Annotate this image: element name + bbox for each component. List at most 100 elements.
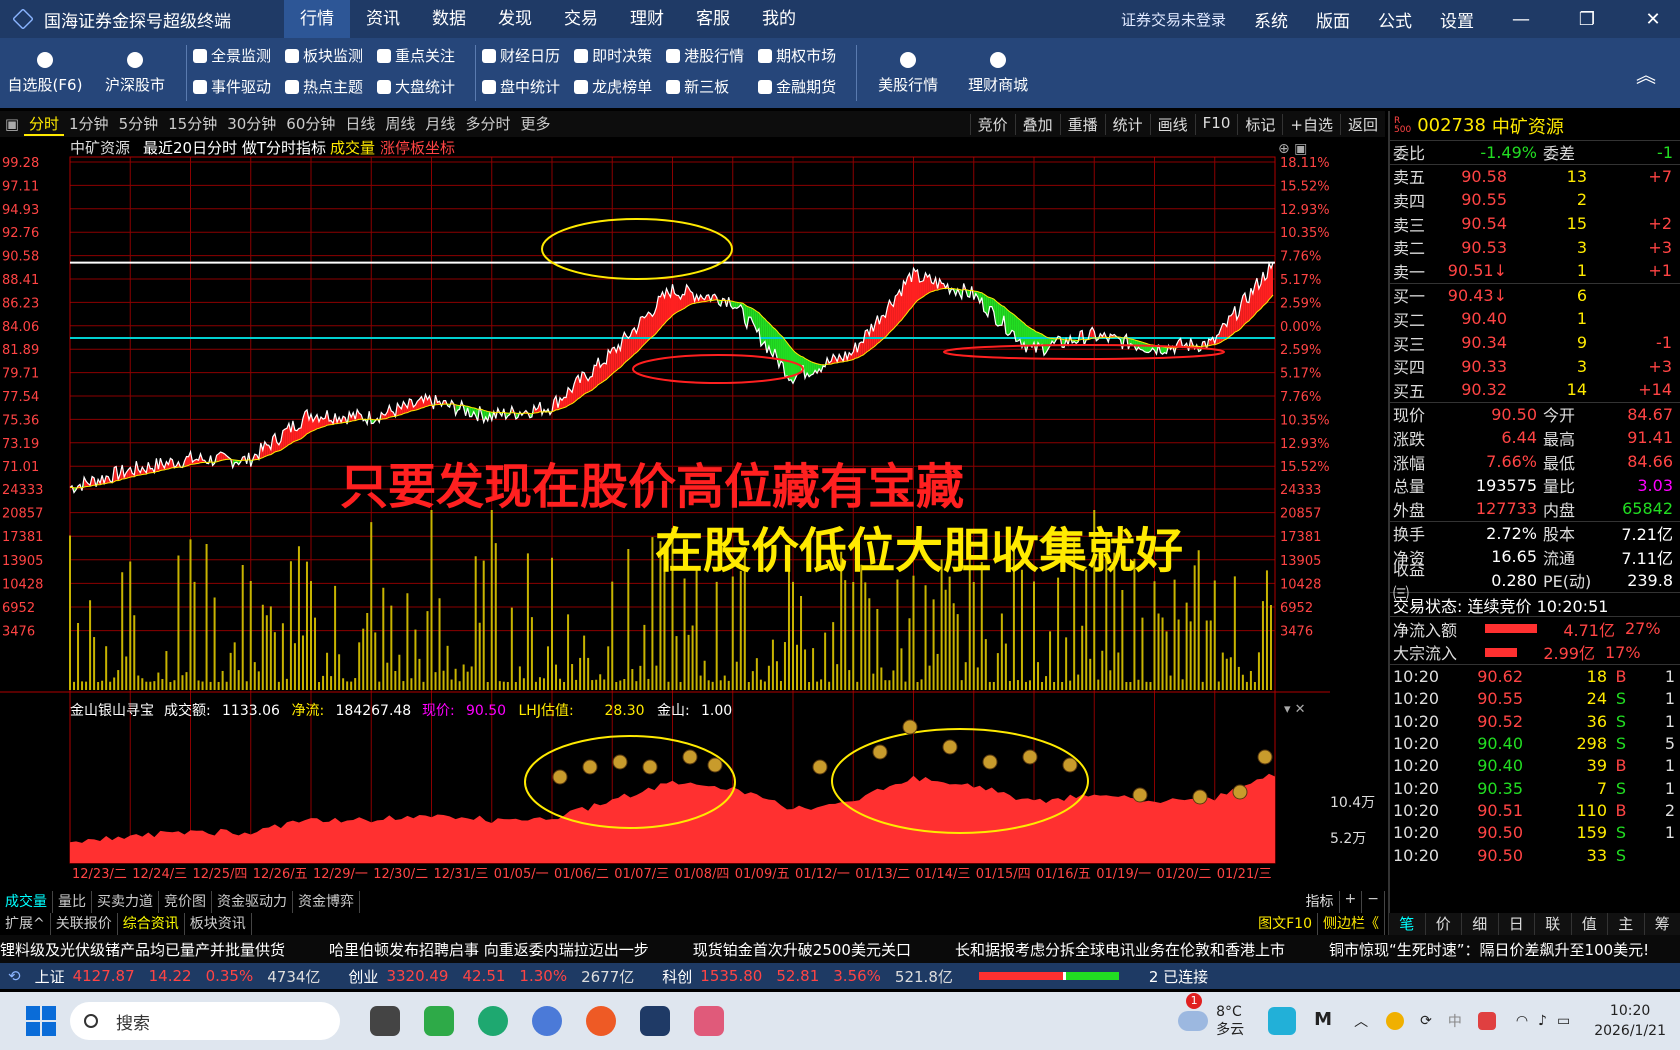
toolbar-item[interactable]: 新三板 bbox=[666, 76, 744, 97]
taskbar-search[interactable]: 搜索 bbox=[70, 1002, 340, 1040]
indicator-tab[interactable]: 成交量 bbox=[0, 891, 53, 913]
period-tab[interactable]: 多分时 bbox=[460, 113, 515, 136]
quote-tab[interactable]: 细 bbox=[1461, 913, 1498, 935]
period-tab[interactable]: 30分钟 bbox=[222, 113, 281, 136]
menu-3[interactable]: 发现 bbox=[482, 0, 548, 38]
clock[interactable]: 10:20 2026/1/21 bbox=[1594, 1001, 1666, 1041]
quote-tab[interactable]: 日 bbox=[1497, 913, 1535, 935]
menu-0[interactable]: 行情 bbox=[284, 0, 350, 38]
bids-row[interactable]: 买三 90.34 9 -1 bbox=[1390, 331, 1680, 355]
weather-widget[interactable]: 1 8°C 多云 bbox=[1178, 993, 1244, 1039]
taskview-icon[interactable] bbox=[370, 1006, 400, 1036]
period-tab[interactable]: 日线 bbox=[340, 113, 380, 136]
right-menu-3[interactable]: 设置 bbox=[1440, 7, 1474, 32]
toolbar-item[interactable]: 重点关注 bbox=[377, 45, 455, 66]
news-item[interactable]: 锂料级及光伏级锗产品均已量产并批量供货 bbox=[0, 939, 285, 960]
sync-icon[interactable]: ⟳ bbox=[1420, 1013, 1432, 1029]
bids-row[interactable]: 买一 90.43↓ 6 bbox=[1390, 284, 1680, 308]
login-status[interactable]: 证券交易未登录 bbox=[1121, 9, 1226, 30]
indicator-tab[interactable]: 竞价图 bbox=[159, 891, 212, 913]
battery-icon[interactable]: ▭ bbox=[1557, 1013, 1570, 1029]
quote-tab[interactable]: 联 bbox=[1534, 913, 1571, 935]
right-menu-1[interactable]: 版面 bbox=[1316, 7, 1350, 32]
toolbar-item[interactable]: 板块监测 bbox=[285, 45, 363, 66]
bids-row[interactable]: 买二 90.40 1 bbox=[1390, 307, 1680, 331]
quote-tab[interactable]: 笔 bbox=[1388, 913, 1425, 935]
toolbar-item[interactable]: 港股行情 bbox=[666, 45, 744, 66]
period-action[interactable]: 统计 bbox=[1104, 113, 1150, 135]
wealth-mall-button[interactable]: 理财商城 bbox=[953, 51, 1043, 95]
menu-6[interactable]: 客服 bbox=[680, 0, 746, 38]
index-name[interactable]: 创业 bbox=[348, 966, 378, 987]
chevron-up-icon[interactable]: ︿ bbox=[1354, 1011, 1368, 1031]
app3-icon[interactable] bbox=[586, 1006, 616, 1036]
asks-row[interactable]: 卖二 90.53 3 +3 bbox=[1390, 235, 1680, 259]
period-action[interactable]: 返回 bbox=[1339, 113, 1385, 135]
sub-menu-icon[interactable]: ▾ ✕ bbox=[1284, 702, 1306, 717]
news-item[interactable]: 长和据报考虑分拆全球电讯业务在伦敦和香港上市 bbox=[955, 939, 1285, 960]
period-tab[interactable]: 5分钟 bbox=[114, 113, 164, 136]
right-menu-0[interactable]: 系统 bbox=[1254, 7, 1288, 32]
quote-tab[interactable]: 价 bbox=[1424, 913, 1462, 935]
period-action[interactable]: 竞价 bbox=[969, 113, 1015, 135]
volume-icon[interactable]: ♪ bbox=[1538, 1013, 1547, 1029]
period-tab[interactable]: 月线 bbox=[420, 113, 460, 136]
menu-2[interactable]: 数据 bbox=[416, 0, 482, 38]
toolbar-item[interactable]: 期权市场 bbox=[758, 45, 836, 66]
asks-row[interactable]: 卖五 90.58 13 +7 bbox=[1390, 165, 1680, 189]
chart-zoom-icon[interactable]: ⊕ ▣ bbox=[1278, 141, 1307, 157]
indicator-tab[interactable]: 资金博弈 bbox=[293, 891, 360, 913]
add-icon[interactable]: + bbox=[1340, 891, 1363, 913]
minimize-icon[interactable]: — bbox=[1502, 9, 1540, 30]
indicator-tab[interactable]: 资金驱动力 bbox=[212, 891, 293, 913]
period-action[interactable]: 重播 bbox=[1059, 113, 1105, 135]
us-stock-button[interactable]: 美股行情 bbox=[863, 51, 953, 95]
index-name[interactable]: 上证 bbox=[35, 966, 65, 987]
k-app-icon[interactable] bbox=[1268, 1007, 1297, 1035]
period-action[interactable]: F10 bbox=[1194, 113, 1238, 135]
toolbar-item[interactable]: 热点主题 bbox=[285, 76, 363, 97]
quote-tab[interactable]: 主 bbox=[1607, 913, 1644, 935]
news-item[interactable]: 现货铂金首次升破2500美元关口 bbox=[693, 939, 911, 960]
menu-4[interactable]: 交易 bbox=[548, 0, 614, 38]
wifi-icon[interactable]: ◠ bbox=[1516, 1013, 1528, 1029]
image-viewer-icon[interactable] bbox=[694, 1006, 724, 1036]
info-tab[interactable]: 扩展^ bbox=[0, 913, 51, 935]
toolbar-item[interactable]: 金融期货 bbox=[758, 76, 836, 97]
period-tab[interactable]: 更多 bbox=[515, 113, 555, 136]
period-action[interactable]: +自选 bbox=[1282, 113, 1340, 135]
toolbar-item[interactable]: 全景监测 bbox=[193, 45, 271, 66]
indicator-tab[interactable]: 买卖力道 bbox=[92, 891, 159, 913]
period-action[interactable]: 标记 bbox=[1237, 113, 1282, 135]
app-icon[interactable] bbox=[478, 1006, 508, 1036]
chart-area[interactable]: 99.28 97.11 94.93 92.76 90.58 88.41 86.23 84.06… bbox=[0, 137, 1385, 879]
tray-app-icon[interactable] bbox=[1386, 1012, 1405, 1030]
sidebar-toggle[interactable]: 侧边栏《 bbox=[1318, 913, 1385, 935]
info-tab[interactable]: 关联报价 bbox=[51, 913, 118, 935]
toolbar-item[interactable]: 财经日历 bbox=[482, 45, 560, 66]
asks-row[interactable]: 卖四 90.55 2 bbox=[1390, 188, 1680, 212]
menu-7[interactable]: 我的 bbox=[746, 0, 812, 38]
toolbar-item[interactable]: 盘中统计 bbox=[482, 76, 560, 97]
f10-button[interactable]: 图文F10 bbox=[1253, 913, 1318, 935]
app2-icon[interactable] bbox=[532, 1006, 562, 1036]
toolbar-item[interactable]: 龙虎榜单 bbox=[574, 76, 652, 97]
news-item[interactable]: 铜市惊现“生死时速”：隔日价差飙升至100美元! bbox=[1329, 939, 1649, 960]
panel-toggle-icon[interactable]: ▣ bbox=[0, 115, 24, 133]
browser-icon[interactable] bbox=[424, 1006, 454, 1036]
bids-row[interactable]: 买五 90.32 14 +14 bbox=[1390, 378, 1680, 402]
chart-svg[interactable]: 99.28 97.11 94.93 92.76 90.58 88.41 86.23 84.06… bbox=[0, 137, 1385, 879]
sh-sz-market-button[interactable]: 沪深股市 bbox=[90, 51, 180, 95]
news-item[interactable]: 哈里伯顿发布招聘启事 向重返委内瑞拉迈出一步 bbox=[329, 939, 649, 960]
period-tab[interactable]: 15分钟 bbox=[163, 113, 222, 136]
close-icon[interactable]: ✕ bbox=[1634, 9, 1672, 30]
asks-row[interactable]: 卖三 90.54 15 +2 bbox=[1390, 212, 1680, 236]
restore-icon[interactable]: ❐ bbox=[1568, 9, 1606, 30]
indicator-button[interactable]: 指标 bbox=[1301, 891, 1340, 913]
right-menu-2[interactable]: 公式 bbox=[1378, 7, 1412, 32]
period-tab[interactable]: 周线 bbox=[380, 113, 420, 136]
menu-1[interactable]: 资讯 bbox=[350, 0, 416, 38]
start-icon[interactable] bbox=[26, 1006, 56, 1036]
asks-row[interactable]: 卖一 90.51↓ 1 +1 bbox=[1390, 259, 1680, 283]
menu-5[interactable]: 理财 bbox=[614, 0, 680, 38]
